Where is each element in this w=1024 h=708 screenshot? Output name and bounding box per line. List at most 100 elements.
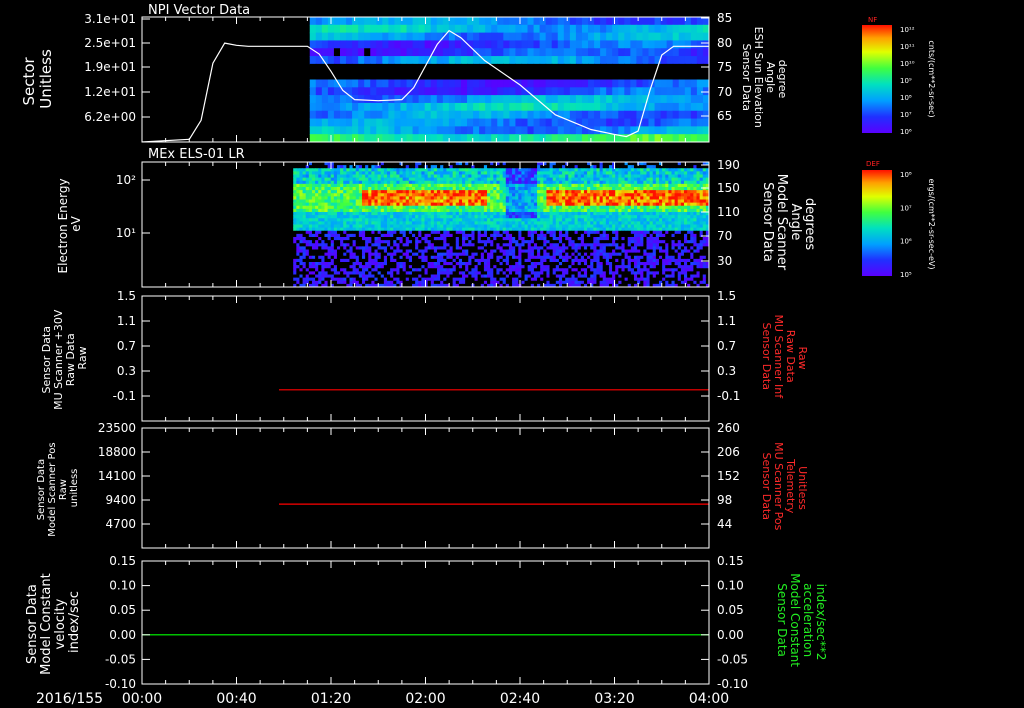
heatmap-cell	[633, 177, 638, 182]
heatmap-cell	[583, 243, 588, 247]
heatmap-cell	[471, 224, 475, 229]
heatmap-cell	[402, 243, 407, 247]
heatmap-cell	[612, 118, 619, 127]
heatmap-cell	[421, 162, 425, 166]
heatmap-cell	[458, 230, 463, 235]
heatmap-cell	[530, 246, 535, 250]
heatmap-cell	[418, 87, 426, 96]
heatmap-cell	[318, 183, 322, 188]
heatmap-cell	[602, 243, 607, 247]
heatmap-cell	[418, 183, 422, 188]
heatmap-cell	[408, 199, 413, 204]
heatmap-cell	[458, 227, 463, 232]
heatmap-cell	[474, 196, 479, 200]
heatmap-cell	[452, 168, 457, 172]
heatmap-cell	[646, 249, 650, 254]
heatmap-cell	[497, 126, 504, 135]
heatmap-cell	[665, 202, 669, 207]
heatmap-cell	[333, 134, 341, 142]
heatmap-cell	[574, 199, 579, 204]
heatmap-cell	[305, 237, 310, 241]
heatmap-cell	[371, 218, 375, 222]
heatmap-cell	[393, 171, 397, 175]
heatmap-cell	[430, 17, 438, 26]
heatmap-cell	[333, 17, 341, 26]
heatmap-cell	[349, 193, 353, 197]
heatmap-cell	[512, 208, 516, 213]
heatmap-cell	[327, 193, 332, 197]
heatmap-cell	[533, 224, 538, 229]
heatmap-cell	[452, 218, 457, 222]
heatmap-cell	[474, 187, 479, 191]
heatmap-cell	[474, 240, 479, 244]
heatmap-cell	[349, 168, 353, 172]
heatmap-cell	[418, 246, 422, 250]
heatmap-cell	[515, 134, 523, 142]
heatmap-cell	[674, 190, 679, 194]
heatmap-cell	[602, 202, 607, 207]
heatmap-cell	[518, 171, 522, 175]
heatmap-cell	[396, 246, 400, 250]
heatmap-cell	[693, 187, 697, 191]
heatmap-cell	[524, 240, 529, 244]
heatmap-cell	[568, 174, 572, 179]
heatmap-cell	[587, 168, 591, 172]
heatmap-cell	[658, 249, 663, 254]
heatmap-cell	[446, 171, 450, 175]
heatmap-cell	[318, 246, 322, 250]
heatmap-cell	[606, 24, 613, 34]
heatmap-cell	[449, 177, 454, 182]
heatmap-cell	[399, 202, 404, 207]
heatmap-cell	[393, 243, 397, 247]
heatmap-cell	[596, 205, 600, 210]
heatmap-cell	[648, 56, 656, 65]
heatmap-cell	[487, 233, 491, 238]
heatmap-cell	[321, 196, 325, 200]
heatmap-cell	[600, 48, 607, 57]
heatmap-cell	[524, 249, 529, 254]
heatmap-cell	[702, 174, 707, 179]
heatmap-cell	[471, 243, 475, 247]
heatmap-cell	[361, 218, 366, 222]
heatmap-cell	[361, 174, 366, 179]
heatmap-cell	[361, 227, 366, 232]
heatmap-cell	[390, 190, 394, 194]
heatmap-cell	[302, 215, 307, 219]
heatmap-cell	[558, 183, 563, 188]
heatmap-cell	[508, 199, 513, 204]
heatmap-cell	[580, 233, 585, 238]
heatmap-cell	[568, 212, 572, 216]
heatmap-cell	[352, 102, 359, 112]
heatmap-cell	[552, 196, 557, 200]
heatmap-cell	[368, 215, 372, 219]
heatmap-cell	[458, 205, 463, 210]
heatmap-cell	[515, 177, 519, 182]
heatmap-cell	[368, 165, 372, 169]
heatmap-cell	[596, 249, 600, 254]
heatmap-cell	[454, 79, 462, 88]
heatmap-cell	[606, 56, 613, 65]
heatmap-cell	[437, 208, 441, 213]
heatmap-cell	[557, 118, 565, 127]
heatmap-cell	[321, 202, 325, 207]
heatmap-cell	[305, 230, 310, 235]
heatmap-cell	[421, 221, 425, 225]
heatmap-cell	[608, 171, 613, 175]
heatmap-cell	[612, 246, 616, 250]
heatmap-cell	[652, 218, 657, 222]
heatmap-cell	[480, 162, 485, 166]
heatmap-cell	[618, 212, 622, 216]
heatmap-cell	[293, 221, 297, 225]
heatmap-cell	[580, 208, 585, 213]
heatmap-cell	[364, 24, 371, 34]
heatmap-cell	[399, 212, 404, 216]
heatmap-cell	[296, 180, 300, 185]
heatmap-cell	[621, 177, 625, 182]
heatmap-cell	[537, 187, 541, 191]
heatmap-cell	[382, 79, 389, 88]
heatmap-cell	[552, 227, 557, 232]
heatmap-cell	[660, 79, 668, 88]
heatmap-cell	[549, 180, 554, 185]
heatmap-cell	[630, 32, 638, 42]
heatmap-cell	[487, 240, 491, 244]
